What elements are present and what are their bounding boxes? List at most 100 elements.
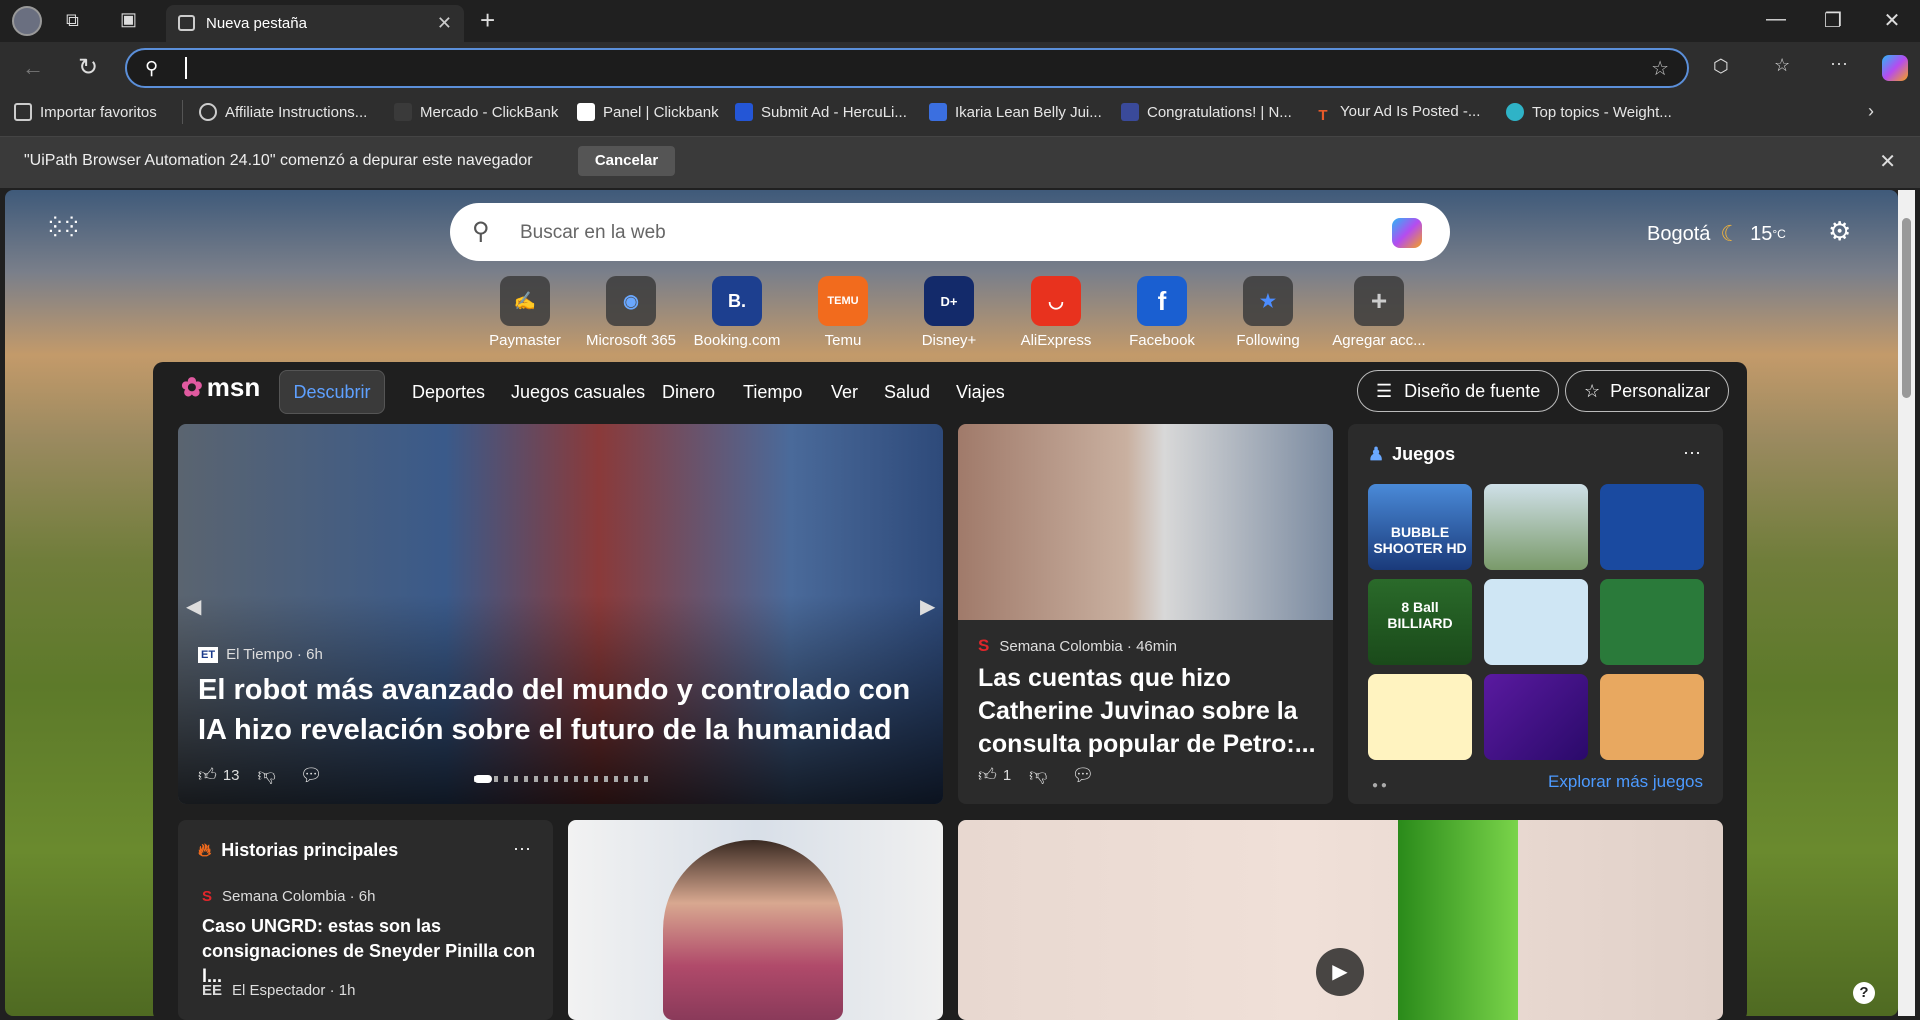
back-icon[interactable]: ←: [22, 55, 44, 81]
game-tile[interactable]: [1368, 674, 1472, 760]
minimize-icon[interactable]: —: [1756, 8, 1796, 31]
close-window-icon[interactable]: ✕: [1872, 8, 1912, 33]
favorite-star-icon[interactable]: ☆: [1651, 56, 1669, 81]
quick-link-label: Microsoft 365: [585, 332, 677, 349]
hero-card[interactable]: ◀ ▶ ET El Tiempo · 6h El robot más avanz…: [178, 424, 943, 804]
msn-logo[interactable]: ✿ msn: [181, 372, 260, 403]
address-bar[interactable]: ⚲ ☆: [125, 48, 1689, 88]
top-story-title[interactable]: Caso UNGRD: estas son las consignaciones…: [202, 914, 537, 989]
game-tile[interactable]: [1484, 674, 1588, 760]
site-icon: [1121, 103, 1139, 121]
copilot-icon[interactable]: [1392, 218, 1422, 248]
bookmark-item[interactable]: Affiliate Instructions...: [199, 103, 367, 121]
profile-avatar[interactable]: [12, 6, 42, 36]
personalize-button[interactable]: ☆ Personalizar: [1565, 370, 1730, 412]
games-header: ♟ Juegos: [1368, 444, 1455, 465]
video-card[interactable]: ▶: [958, 820, 1723, 1020]
copilot-icon[interactable]: [1882, 55, 1908, 81]
nav-descubrir[interactable]: Descubrir: [279, 370, 385, 414]
card-image: [1398, 820, 1518, 1020]
dislike-icon[interactable]: 👎︎: [1029, 764, 1047, 786]
bookmark-item[interactable]: Ikaria Lean Belly Jui...: [929, 103, 1102, 121]
nav-viajes[interactable]: Viajes: [956, 382, 1005, 403]
tab-new-tab[interactable]: Nueva pestaña ✕: [166, 5, 464, 42]
bookmark-import[interactable]: Importar favoritos: [14, 103, 157, 121]
quick-link-temu[interactable]: TEMU Temu: [793, 276, 893, 349]
help-icon[interactable]: ?: [1853, 982, 1875, 1004]
like-icon[interactable]: 👍︎: [198, 764, 217, 786]
quick-link-following[interactable]: ★ Following: [1218, 276, 1318, 349]
nav-juegos-casuales[interactable]: Juegos casuales: [511, 382, 645, 403]
add-shortcut[interactable]: + Agregar acc...: [1324, 276, 1434, 349]
story-card[interactable]: S Semana Colombia · 46min Las cuentas qu…: [958, 424, 1333, 804]
game-tile[interactable]: BUBBLE SHOOTER HD: [1368, 484, 1472, 570]
bookmark-item[interactable]: T Your Ad Is Posted -...: [1314, 103, 1480, 125]
scrollbar-thumb[interactable]: [1902, 218, 1911, 398]
game-tile[interactable]: [1484, 484, 1588, 570]
quick-link-label: Paymaster: [489, 332, 561, 349]
prev-arrow-icon[interactable]: ◀: [186, 594, 201, 619]
game-tile[interactable]: 8 Ball BILLIARD: [1368, 579, 1472, 665]
games-page-dots[interactable]: ● ●: [1372, 780, 1387, 791]
apps-grid-icon[interactable]: ⁘⁘ ⁘⁘: [46, 212, 81, 243]
game-tile[interactable]: [1600, 674, 1704, 760]
comment-icon[interactable]: 💬︎: [1071, 765, 1094, 786]
image-card[interactable]: [568, 820, 943, 1020]
restore-icon[interactable]: ❐: [1813, 8, 1853, 33]
quick-link-microsoft365[interactable]: ◉ Microsoft 365: [581, 276, 681, 349]
close-infobar-icon[interactable]: ✕: [1879, 149, 1896, 174]
bookmark-label: Congratulations! | N...: [1147, 104, 1292, 121]
like-icon[interactable]: 👍︎: [978, 764, 997, 786]
more-menu-icon[interactable]: ···: [1830, 53, 1848, 74]
weather-widget[interactable]: Bogotá ☾ 15 °C: [1647, 221, 1786, 247]
quick-link-paymaster[interactable]: ✍ Paymaster: [475, 276, 575, 349]
quick-link-disney[interactable]: D+ Disney+: [899, 276, 999, 349]
nav-deportes[interactable]: Deportes: [412, 382, 485, 403]
nav-dinero[interactable]: Dinero: [662, 382, 715, 403]
story-image: [958, 424, 1333, 620]
bookmark-item[interactable]: Submit Ad - HercuLi...: [735, 103, 907, 121]
next-arrow-icon[interactable]: ▶: [920, 594, 935, 619]
font-layout-button[interactable]: ☰ Diseño de fuente: [1357, 370, 1560, 412]
cancel-debug-button[interactable]: Cancelar: [578, 146, 675, 176]
top-stories-header: 🔥︎ Historias principales: [198, 840, 398, 861]
nav-ver[interactable]: Ver: [831, 382, 858, 403]
nav-salud[interactable]: Salud: [884, 382, 930, 403]
bookmark-label: Top topics - Weight...: [1532, 104, 1672, 121]
refresh-icon[interactable]: ↻: [78, 53, 98, 82]
bookmark-item[interactable]: Top topics - Weight...: [1506, 103, 1672, 121]
quick-link-aliexpress[interactable]: ◡ AliExpress: [1006, 276, 1106, 349]
chevron-right-icon[interactable]: ›: [1868, 101, 1874, 122]
bookmark-item[interactable]: Congratulations! | N...: [1121, 103, 1292, 121]
vertical-tabs-icon[interactable]: ▣: [120, 9, 137, 30]
more-options-icon[interactable]: ···: [513, 838, 531, 859]
hero-title[interactable]: El robot más avanzado del mundo y contro…: [198, 670, 928, 750]
quick-link-facebook[interactable]: f Facebook: [1112, 276, 1212, 349]
bookmark-item[interactable]: Panel | Clickbank: [577, 103, 719, 121]
top-story-age: 1h: [338, 982, 356, 999]
games-title: Juegos: [1392, 444, 1456, 464]
explore-games-link[interactable]: Explorar más juegos: [1548, 772, 1703, 792]
game-tile[interactable]: [1600, 484, 1704, 570]
more-options-icon[interactable]: ···: [1683, 442, 1701, 463]
carousel-dots[interactable]: [474, 775, 650, 783]
nav-tiempo[interactable]: Tiempo: [743, 382, 802, 403]
story-title[interactable]: Las cuentas que hizo Catherine Juvinao s…: [978, 662, 1318, 762]
comment-icon[interactable]: 💬︎: [300, 765, 323, 786]
address-input[interactable]: [185, 57, 187, 79]
play-icon[interactable]: ▶: [1316, 948, 1364, 996]
dislike-icon[interactable]: 👎︎: [258, 764, 276, 786]
bookmark-item[interactable]: Mercado - ClickBank: [394, 103, 558, 121]
favorites-icon[interactable]: ☆: [1774, 55, 1790, 76]
extensions-icon[interactable]: ⬡: [1713, 56, 1729, 77]
settings-gear-icon[interactable]: ⚙: [1828, 216, 1851, 247]
games-icon: ♟: [1368, 444, 1385, 464]
new-tab-button[interactable]: +: [480, 5, 495, 36]
workspaces-icon[interactable]: ⧉: [66, 10, 79, 31]
close-tab-icon[interactable]: ✕: [437, 13, 452, 34]
quick-link-booking[interactable]: B. Booking.com: [687, 276, 787, 349]
game-tile[interactable]: [1600, 579, 1704, 665]
personalize-icon: ☆: [1584, 381, 1601, 401]
game-tile[interactable]: [1484, 579, 1588, 665]
web-search-box[interactable]: ⚲ Buscar en la web: [450, 203, 1450, 261]
